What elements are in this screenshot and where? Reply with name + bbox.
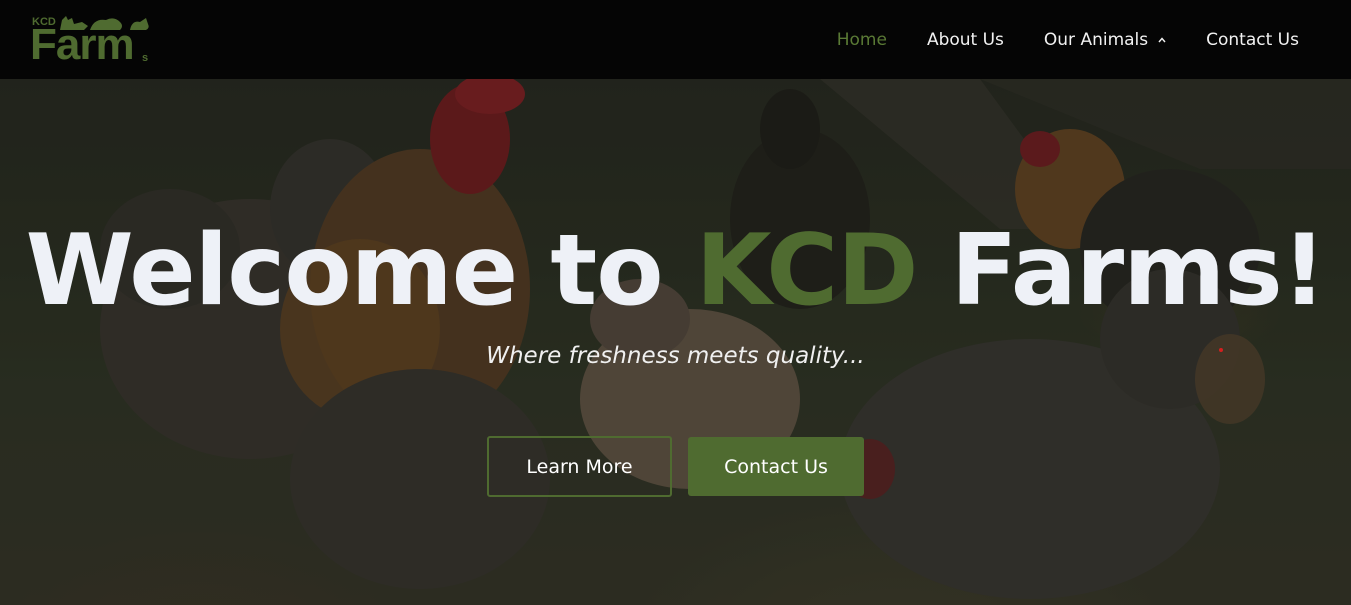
nav-item-contact-us[interactable]: Contact Us: [1206, 30, 1299, 50]
hero-title-prefix: Welcome to: [25, 214, 696, 328]
nav-item-home[interactable]: Home: [837, 30, 887, 50]
site-logo[interactable]: KCD Farm s: [30, 12, 154, 69]
learn-more-button[interactable]: Learn More: [487, 436, 672, 497]
hen-eye-dot: [1219, 348, 1223, 352]
page: KCD Farm s Home About Us Our Animals Con…: [0, 0, 1351, 605]
site-header: KCD Farm s Home About Us Our Animals Con…: [0, 0, 1351, 79]
logo-suffix-text: s: [142, 52, 149, 64]
chevron-up-icon: [1158, 36, 1166, 42]
hero-overlay: [0, 79, 1351, 605]
hero-title-brand: KCD: [695, 214, 919, 328]
farm-animals-icon: [60, 16, 149, 30]
main-nav: Home About Us Our Animals Contact Us: [797, 0, 1299, 79]
nav-item-label: About Us: [926, 29, 1004, 50]
nav-item-label: Our Animals: [1043, 29, 1149, 50]
nav-item-our-animals[interactable]: Our Animals: [1044, 30, 1166, 50]
nav-item-label: Contact Us: [1206, 29, 1299, 50]
contact-us-button[interactable]: Contact Us: [688, 437, 864, 496]
hero-title-suffix: Farms!: [917, 214, 1327, 328]
hero-subtitle: Where freshness meets quality...: [486, 343, 865, 369]
nav-item-about-us[interactable]: About Us: [927, 30, 1004, 50]
hero-title: Welcome to KCD Farms!: [0, 214, 1351, 328]
nav-item-label: Home: [836, 29, 887, 50]
